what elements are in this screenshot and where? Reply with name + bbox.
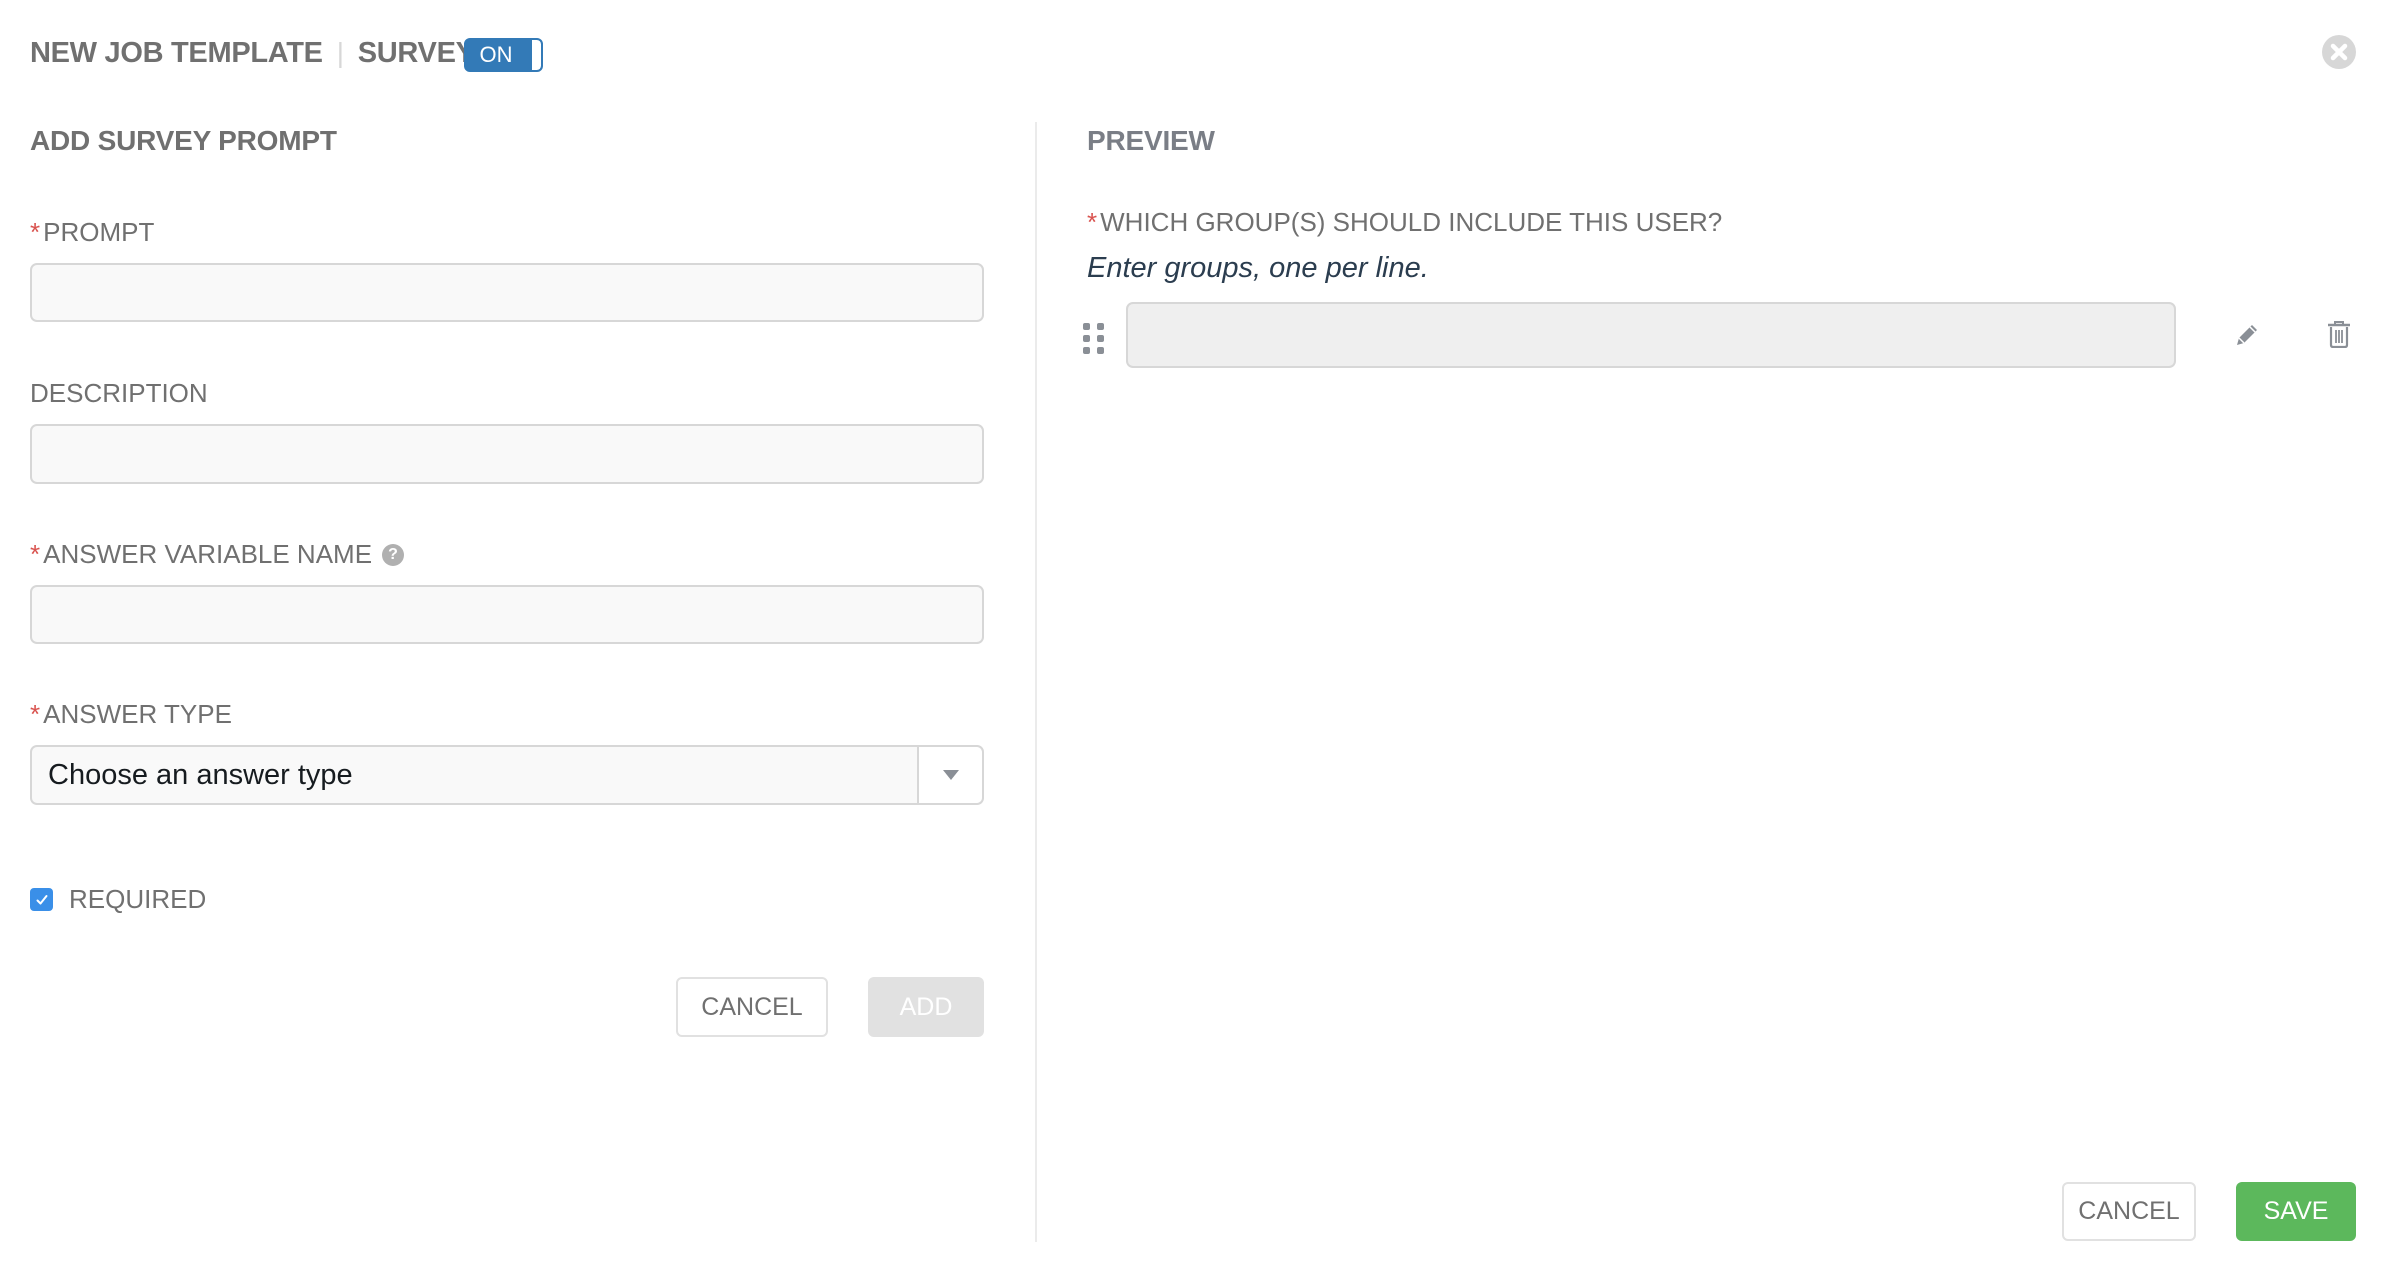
preview-question-text: WHICH GROUP(S) SHOULD INCLUDE THIS USER? (1100, 207, 1723, 237)
description-input[interactable] (30, 424, 984, 484)
required-checkbox-label: REQUIRED (69, 884, 207, 914)
description-label: DESCRIPTION (30, 378, 208, 409)
survey-toggle-knob (532, 40, 541, 70)
description-label-text: DESCRIPTION (30, 378, 208, 408)
drag-handle-icon[interactable] (1083, 323, 1104, 354)
answer-type-selected-value: Choose an answer type (48, 758, 353, 791)
answer-variable-name-label: * ANSWER VARIABLE NAME ? (30, 539, 405, 570)
survey-toggle[interactable]: ON (464, 38, 543, 72)
required-checkbox[interactable] (30, 888, 53, 911)
cancel-button[interactable]: CANCEL (2062, 1182, 2196, 1241)
preview-heading: PREVIEW (1087, 125, 1215, 156)
pencil-icon[interactable] (2232, 320, 2262, 350)
required-marker: * (30, 217, 41, 247)
preview-answer-textarea[interactable] (1126, 302, 2176, 368)
add-survey-prompt-heading: ADD SURVEY PROMPT (30, 125, 337, 156)
panel-divider (1035, 122, 1037, 1242)
page-title: NEW JOB TEMPLATE | SURVEY (30, 33, 475, 73)
title-text: NEW JOB TEMPLATE (30, 36, 323, 69)
chevron-down-icon[interactable] (917, 747, 982, 803)
required-marker: * (30, 539, 41, 569)
prompt-label-text: PROMPT (43, 217, 155, 247)
cancel-prompt-button[interactable]: CANCEL (676, 977, 828, 1037)
required-marker: * (30, 699, 41, 729)
prompt-input[interactable] (30, 263, 984, 322)
required-marker: * (1087, 207, 1098, 237)
required-checkbox-row[interactable]: REQUIRED (30, 884, 206, 915)
answer-type-label: * ANSWER TYPE (30, 699, 232, 730)
answer-variable-name-label-text: ANSWER VARIABLE NAME (43, 539, 373, 569)
subtitle-text: SURVEY (357, 36, 475, 69)
question-circle-icon[interactable]: ? (382, 543, 405, 566)
survey-toggle-label: ON (479, 42, 513, 67)
title-separator: | (336, 37, 344, 68)
prompt-label: * PROMPT (30, 217, 154, 248)
answer-variable-name-input[interactable] (30, 585, 984, 644)
answer-type-label-text: ANSWER TYPE (43, 699, 232, 729)
close-icon[interactable] (2322, 35, 2356, 69)
save-button[interactable]: SAVE (2236, 1182, 2356, 1241)
trash-icon[interactable] (2324, 318, 2354, 350)
add-prompt-button[interactable]: ADD (868, 977, 984, 1037)
answer-type-select[interactable]: Choose an answer type (30, 745, 984, 805)
preview-question-hint: Enter groups, one per line. (1087, 252, 1429, 284)
preview-question-label: * WHICH GROUP(S) SHOULD INCLUDE THIS USE… (1087, 207, 1722, 238)
